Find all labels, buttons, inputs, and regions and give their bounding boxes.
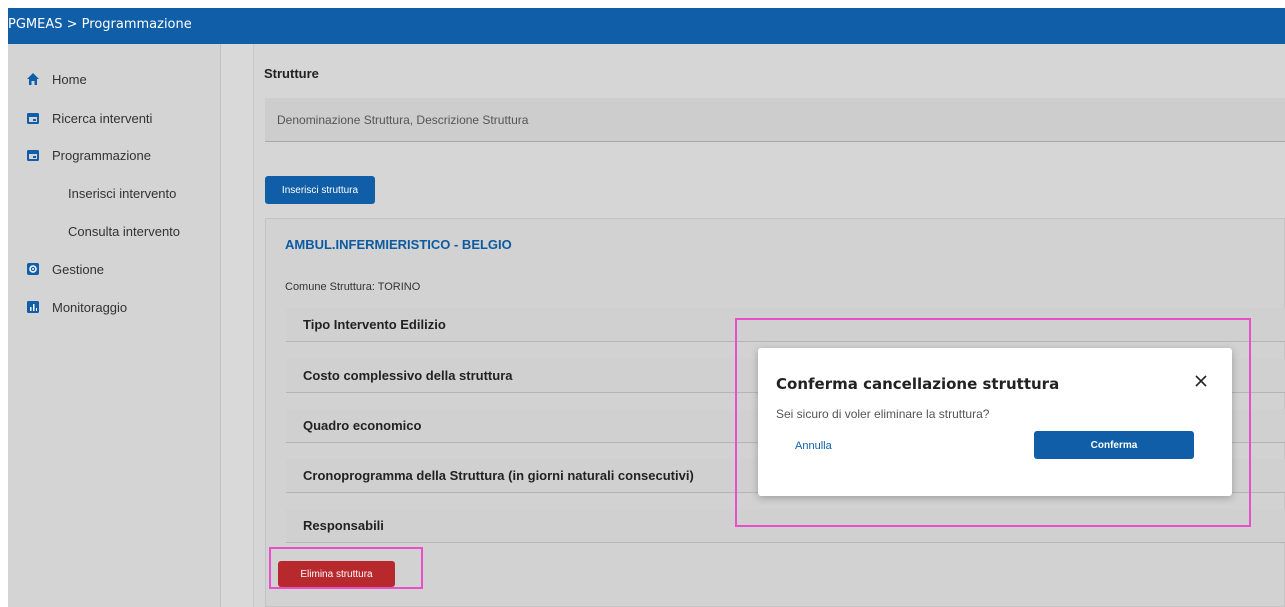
content-gutter — [221, 44, 254, 607]
sidebar-item-label: Ricerca interventi — [52, 110, 153, 126]
cancel-button[interactable]: Annulla — [795, 440, 832, 452]
sidebar-item-monitoraggio[interactable]: Monitoraggio — [26, 295, 127, 319]
sidebar-subitem-consulta-intervento[interactable]: Consulta intervento — [68, 224, 180, 239]
structure-title[interactable]: AMBUL.INFERMIERISTICO - BELGIO — [285, 237, 512, 252]
breadcrumb: PGMEAS > Programmazione — [8, 17, 192, 32]
home-icon — [26, 72, 40, 86]
sidebar-item-home[interactable]: Home — [26, 67, 87, 91]
gear-icon — [26, 262, 40, 276]
sidebar-subitem-inserisci-intervento[interactable]: Inserisci intervento — [68, 186, 176, 201]
top-bar: PGMEAS > Programmazione — [8, 8, 1285, 44]
window-edge — [0, 0, 8, 607]
dialog-title: Conferma cancellazione struttura — [776, 375, 1060, 393]
sidebar-item-label: Gestione — [52, 261, 105, 277]
dialog-message: Sei sicuro di voler eliminare la struttu… — [776, 407, 990, 421]
close-icon[interactable] — [1194, 374, 1208, 388]
search-input[interactable]: Denominazione Struttura, Descrizione Str… — [265, 98, 1285, 142]
sidebar-item-label: Monitoraggio — [52, 299, 128, 315]
insert-structure-button[interactable]: Inserisci struttura — [265, 176, 375, 204]
main-content: Strutture Denominazione Struttura, Descr… — [254, 44, 1285, 607]
sidebar-item-ricerca-interventi[interactable]: Ricerca interventi — [26, 106, 152, 130]
calendar-icon — [26, 148, 40, 162]
confirm-button[interactable]: Conferma — [1034, 431, 1194, 459]
bar-chart-icon — [26, 300, 40, 314]
delete-structure-button[interactable]: Elimina struttura — [278, 561, 395, 587]
structure-comune: Comune Struttura: TORINO — [285, 281, 421, 293]
section-tipo-intervento[interactable]: Tipo Intervento Edilizio — [286, 308, 1285, 342]
confirm-delete-dialog: Conferma cancellazione struttura Sei sic… — [758, 348, 1232, 496]
sidebar-item-programmazione[interactable]: Programmazione — [26, 143, 151, 167]
section-responsabili[interactable]: Responsabili — [286, 509, 1285, 543]
sidebar: Home Ricerca interventi Programmazione I… — [8, 44, 221, 607]
page-title: Strutture — [264, 66, 319, 81]
calendar-icon — [26, 111, 40, 125]
sidebar-item-gestione[interactable]: Gestione — [26, 257, 104, 281]
sidebar-item-label: Home — [52, 71, 87, 87]
sidebar-item-label: Programmazione — [52, 147, 151, 163]
